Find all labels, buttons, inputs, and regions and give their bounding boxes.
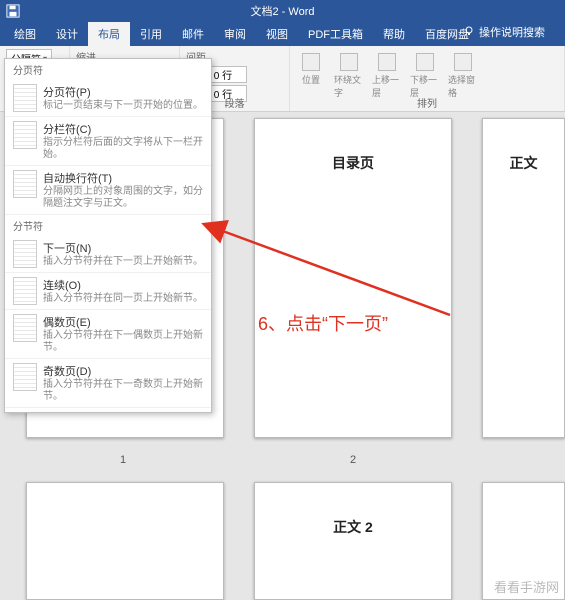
lightbulb-icon	[463, 25, 475, 40]
tab-references[interactable]: 引用	[130, 22, 172, 46]
page-1-number: 1	[120, 454, 126, 466]
breaks-dropdown: 分页符 分页符(P)标记一页结束与下一页开始的位置。 分栏符(C)指示分栏符后面…	[4, 58, 212, 413]
arrange-block: 位置 环绕文字 上移一层 下移一层 选择窗格	[296, 49, 558, 99]
page-2-title: 目录页	[332, 153, 374, 173]
page-2-number: 2	[350, 454, 356, 466]
wrap-break-icon	[13, 170, 37, 198]
item-wrap-break[interactable]: 自动换行符(T)分隔网页上的对象周围的文字，如分隔题注文字与正文。	[5, 166, 211, 215]
item-page-break[interactable]: 分页符(P)标记一页结束与下一页开始的位置。	[5, 80, 211, 117]
page-4-title: 正文 2	[333, 517, 373, 537]
arrange-group-label: 排列	[290, 95, 564, 110]
select-pane-button[interactable]: 选择窗格	[448, 53, 478, 99]
save-icon[interactable]	[6, 4, 20, 18]
item-odd-page[interactable]: 奇数页(D)插入分节符并在下一奇数页上开始新节。	[5, 359, 211, 408]
tell-me-search[interactable]: 操作说明搜索	[463, 24, 545, 40]
even-page-icon	[13, 314, 37, 342]
title-bar: 文档2 - Word	[0, 0, 565, 22]
page-3[interactable]: 正文	[482, 118, 565, 438]
window-title: 文档2 - Word	[251, 3, 315, 19]
continuous-icon	[13, 277, 37, 305]
page-4[interactable]: 正文 2	[254, 482, 452, 600]
watermark: 看看手游网	[494, 577, 559, 596]
odd-page-icon	[13, 363, 37, 391]
page-1b[interactable]	[26, 482, 224, 600]
backward-button[interactable]: 下移一层	[410, 53, 440, 99]
section-break-header: 分节符	[5, 215, 211, 236]
wrap-button[interactable]: 环绕文字	[334, 53, 364, 99]
tab-layout[interactable]: 布局	[88, 22, 130, 46]
tab-design[interactable]: 设计	[46, 22, 88, 46]
item-continuous[interactable]: 连续(O)插入分节符并在同一页上开始新节。	[5, 273, 211, 310]
item-even-page[interactable]: 偶数页(E)插入分节符并在下一偶数页上开始新节。	[5, 310, 211, 359]
tab-mail[interactable]: 邮件	[172, 22, 214, 46]
position-button[interactable]: 位置	[296, 53, 326, 99]
tab-help[interactable]: 帮助	[373, 22, 415, 46]
item-next-page[interactable]: 下一页(N)插入分节符并在下一页上开始新节。	[5, 236, 211, 273]
page-break-icon	[13, 84, 37, 112]
next-page-icon	[13, 240, 37, 268]
forward-button[interactable]: 上移一层	[372, 53, 402, 99]
item-column-break[interactable]: 分栏符(C)指示分栏符后面的文字将从下一栏开始。	[5, 117, 211, 166]
tab-review[interactable]: 审阅	[214, 22, 256, 46]
page-3-title: 正文	[510, 153, 538, 173]
tab-draw[interactable]: 绘图	[4, 22, 46, 46]
tab-pdf[interactable]: PDF工具箱	[298, 22, 373, 46]
page-2[interactable]: 目录页	[254, 118, 452, 438]
column-break-icon	[13, 121, 37, 149]
section-page-header: 分页符	[5, 59, 211, 80]
tab-view[interactable]: 视图	[256, 22, 298, 46]
